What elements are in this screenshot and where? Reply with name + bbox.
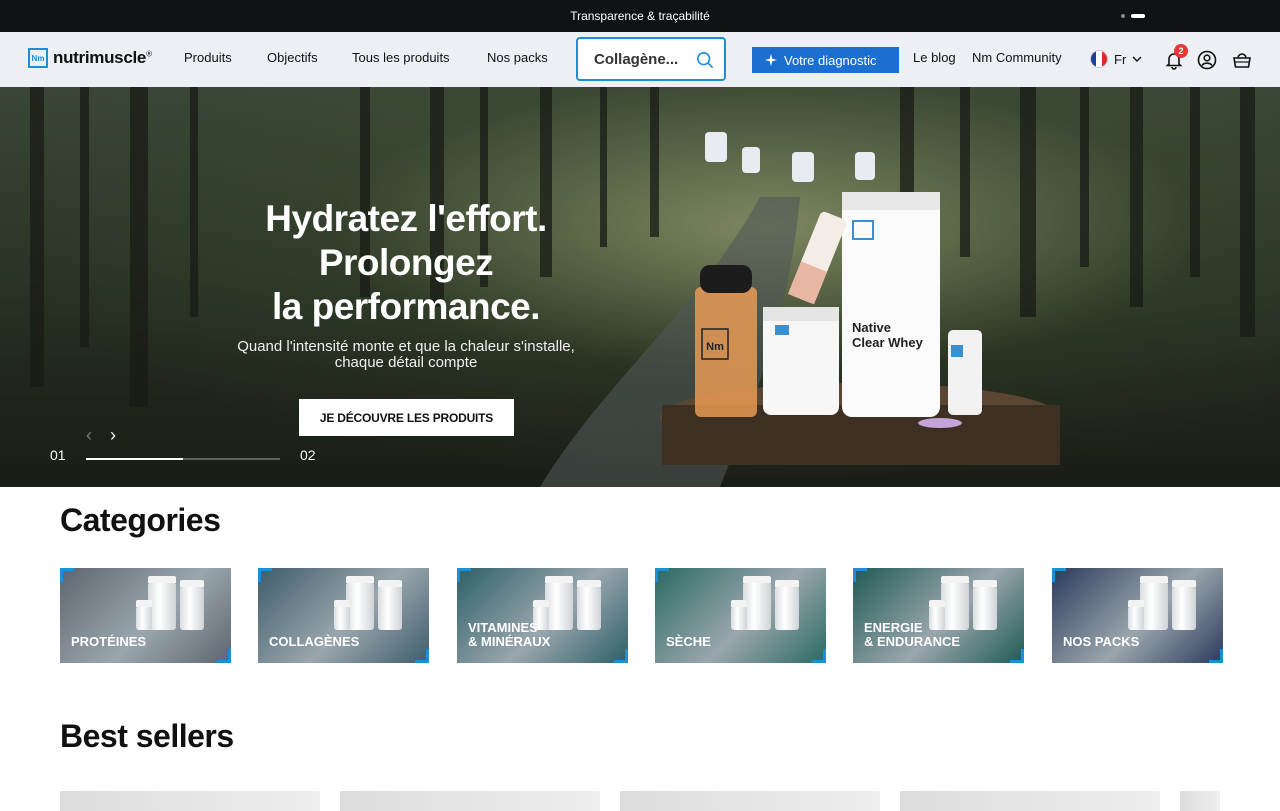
forest-background: Nm Native Clear Whey [30,87,1255,487]
nav-link-nos-packs[interactable]: Nos packs [487,50,548,65]
product-card[interactable] [900,791,1160,811]
category-label: SÈCHE [666,634,711,649]
slider-next-icon[interactable]: › [110,425,116,446]
language-label: Fr [1114,51,1127,67]
category-card[interactable]: NOS PACKS [1052,568,1223,663]
announcement-pager[interactable] [1121,14,1145,18]
user-icon [1197,50,1217,70]
logo[interactable]: Nm nutrimuscle® [28,48,152,68]
product-card[interactable] [620,791,880,811]
pager-dot[interactable] [1121,14,1125,18]
slider-controls: ‹ › [86,425,116,446]
announcement-bar: Transparence & traçabilité [0,0,1280,32]
slider-progress-fill [86,458,183,460]
slide-total: 02 [300,447,316,463]
announcement-text: Transparence & traçabilité [570,9,710,23]
slider-prev-icon[interactable]: ‹ [86,425,92,446]
category-card[interactable]: ENERGIE & ENDURANCE [853,568,1024,663]
category-label: COLLAGÈNES [269,634,360,649]
pager-dot-active[interactable] [1131,14,1145,18]
search-placeholder: Collagène... [594,50,679,68]
product-card[interactable] [60,791,320,811]
slide-current: 01 [50,447,66,463]
product-card[interactable] [1180,791,1220,811]
best-sellers-heading: Best sellers [60,718,234,754]
nav-link-produits[interactable]: Produits [184,50,232,65]
category-card[interactable]: VITAMINES & MINÉRAUX [457,568,628,663]
hero-subtitle: Quand l'intensité monte et que la chaleu… [237,338,575,371]
main-nav: Nm nutrimuscle® Produits Objectifs Tous … [0,32,1280,87]
notifications-button[interactable]: 2 [1164,44,1188,75]
category-card[interactable]: SÈCHE [655,568,826,663]
diagnostic-button[interactable]: Votre diagnostic [752,47,899,73]
nav-link-blog[interactable]: Le blog [913,50,956,65]
logo-mark: Nm [28,48,48,68]
slider-progress [86,458,280,460]
category-label: NOS PACKS [1063,634,1140,649]
france-flag-icon [1090,50,1108,68]
chevron-down-icon [1132,56,1142,62]
hero-cta-button[interactable]: JE DÉCOUVRE LES PRODUITS [299,399,514,436]
whey-label: Native [852,320,891,335]
search-input[interactable]: Collagène... [576,37,726,81]
notification-badge: 2 [1174,44,1188,58]
categories-heading: Categories [60,502,221,538]
category-label: ENERGIE & ENDURANCE [864,620,961,649]
hero-banner: Nm Native Clear Whey Hydratez l'effort. … [0,87,1280,487]
cart-icon [1233,53,1251,68]
diagnostic-label: Votre diagnostic [784,52,877,68]
category-label: VITAMINES & MINÉRAUX [468,620,551,649]
category-card[interactable]: COLLAGÈNES [258,568,429,663]
product-card[interactable] [340,791,600,811]
nav-link-community[interactable]: Nm Community [972,50,1062,65]
shaker-logo: Nm [706,341,724,353]
cart-button[interactable] [1231,50,1253,75]
category-card[interactable]: PROTÉINES [60,568,231,663]
nav-link-objectifs[interactable]: Objectifs [267,50,318,65]
nav-link-tous-les-produits[interactable]: Tous les produits [352,50,450,65]
search-icon[interactable] [696,51,714,69]
runners [705,132,875,182]
account-button[interactable] [1197,50,1217,75]
language-selector[interactable]: Fr [1090,50,1142,68]
hero-title: Hydratez l'effort. Prolongez la performa… [265,198,547,327]
category-label: PROTÉINES [71,634,147,649]
svg-text:Clear Whey: Clear Whey [852,335,924,350]
sparkle-icon [765,54,777,66]
logo-text: nutrimuscle® [53,48,152,67]
